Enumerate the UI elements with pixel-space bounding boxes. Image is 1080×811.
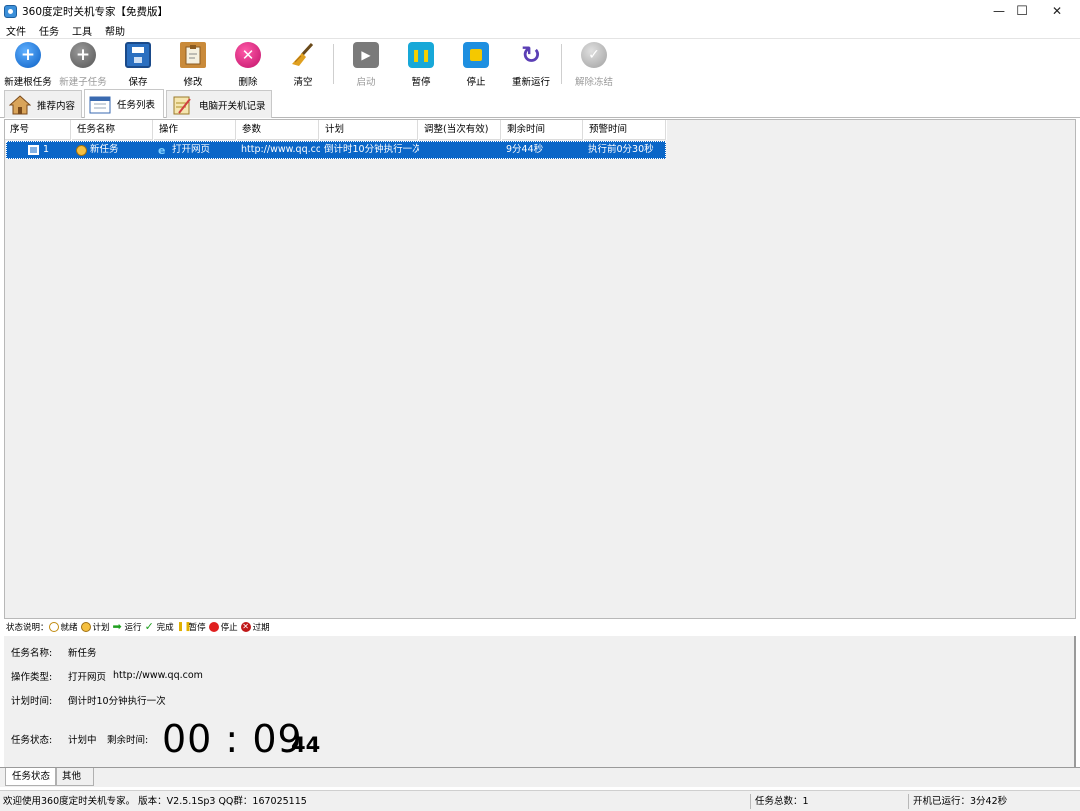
- cell-warning: 执行前0分30秒: [588, 144, 654, 155]
- running-arrow-icon: ➡: [112, 620, 122, 633]
- window-title: 360度定时关机专家【免费版】: [22, 5, 169, 18]
- delete-button[interactable]: ✕ 删除: [220, 42, 276, 88]
- refresh-icon: ↻: [520, 41, 542, 69]
- menu-file[interactable]: 文件: [6, 23, 26, 38]
- calendar-icon: [89, 94, 111, 114]
- status-separator: [908, 794, 909, 809]
- unfreeze-button[interactable]: ✓ 解除冻结: [566, 42, 622, 88]
- legend-title: 状态说明：: [6, 623, 49, 633]
- menu-help[interactable]: 帮助: [105, 23, 125, 38]
- task-status-label: 任务状态:: [11, 735, 53, 746]
- task-count: 任务总数：1: [755, 796, 809, 807]
- welcome-message: 欢迎使用360度定时关机专家。 版本：V2.5.1Sp3 QQ群：1670251…: [3, 796, 307, 807]
- plan-time-value: 倒计时10分钟执行一次: [68, 696, 166, 707]
- tab-recommended[interactable]: 推荐内容: [4, 90, 82, 118]
- play-icon: ▶: [353, 42, 379, 68]
- table-row[interactable]: 1 新任务 e 打开网页 http://www.qq.com 倒计时10分钟执行…: [6, 141, 666, 159]
- toolbar-separator: [333, 44, 334, 84]
- stopped-icon: [208, 622, 219, 632]
- grid-header: 序号 任务名称 操作 参数 计划 调整(当次有效) 剩余时间 预警时间: [5, 120, 667, 140]
- countdown-clock: 00 : 09: [162, 717, 303, 761]
- action-param-value: http://www.qq.com: [113, 670, 203, 681]
- save-button[interactable]: 保存: [110, 42, 166, 88]
- start-button[interactable]: ▶ 启动: [338, 42, 394, 88]
- main-tabs: 推荐内容 任务列表 电脑开关机记录: [0, 88, 1080, 118]
- remaining-time-label: 剩余时间:: [107, 735, 149, 746]
- cell-adjust: [420, 142, 502, 158]
- new-root-task-button[interactable]: + 新建根任务: [0, 42, 56, 88]
- toolbar-separator: [561, 44, 562, 84]
- bottom-tabs: 任务状态 其他: [0, 767, 1080, 787]
- clear-button[interactable]: 清空: [275, 42, 331, 88]
- countdown-seconds: 44: [291, 733, 321, 757]
- cell-name: 新任务: [90, 144, 119, 155]
- stop-button[interactable]: 停止: [448, 42, 504, 88]
- app-icon: [4, 4, 17, 18]
- cell-action: 打开网页: [172, 144, 211, 155]
- stop-icon: [463, 42, 489, 68]
- plus-icon: +: [70, 42, 96, 68]
- done-check-icon: ✓: [144, 620, 154, 633]
- ie-browser-icon: e: [158, 143, 166, 157]
- column-header[interactable]: 序号: [5, 120, 71, 140]
- menu-tools[interactable]: 工具: [72, 23, 92, 38]
- task-status-value: 计划中: [68, 735, 97, 746]
- column-header[interactable]: 剩余时间: [502, 120, 583, 140]
- column-header[interactable]: 参数: [237, 120, 319, 140]
- title-bar: 360度定时关机专家【免费版】 — ☐ ✕: [0, 0, 1080, 22]
- house-icon: [8, 94, 32, 115]
- cell-plan: 倒计时10分钟执行一次: [324, 144, 419, 155]
- tab-task-status[interactable]: 任务状态: [5, 768, 58, 786]
- task-grid[interactable]: 序号 任务名称 操作 参数 计划 调整(当次有效) 剩余时间 预警时间 1 新任…: [4, 119, 1076, 619]
- clock-icon: [76, 144, 87, 156]
- delete-x-icon: ✕: [235, 42, 261, 68]
- task-name-label: 任务名称:: [11, 648, 53, 659]
- tab-other[interactable]: 其他: [55, 768, 94, 786]
- new-sub-task-button[interactable]: + 新建子任务: [55, 42, 111, 88]
- ready-icon: [48, 622, 59, 632]
- tab-power-records[interactable]: 电脑开关机记录: [166, 90, 272, 118]
- notepad-pencil-icon: [171, 95, 193, 115]
- action-type-label: 操作类型:: [11, 672, 53, 683]
- paused-icon: ❚❚: [176, 622, 192, 632]
- tab-task-list[interactable]: 任务列表: [84, 89, 164, 118]
- edit-button[interactable]: 修改: [165, 42, 221, 88]
- plan-time-label: 计划时间:: [11, 696, 53, 707]
- menu-bar: 文件 任务 工具 帮助: [0, 22, 1080, 38]
- toolbar: + 新建根任务 + 新建子任务 保存 修改 ✕ 删除 清空 ▶ 启动 ❚❚ 暂停: [0, 38, 1080, 88]
- rerun-button[interactable]: ↻ 重新运行: [503, 42, 559, 88]
- cell-index: 1: [43, 144, 50, 155]
- clipboard-edit-icon: [180, 42, 206, 68]
- column-header[interactable]: 调整(当次有效): [419, 120, 501, 140]
- task-list-icon: [28, 145, 39, 155]
- cell-param: http://www.qq.com: [241, 144, 320, 155]
- scheduled-clock-icon: [80, 622, 91, 632]
- pause-icon: ❚❚: [408, 42, 434, 68]
- uptime: 开机已运行：3分42秒: [913, 796, 1008, 807]
- action-type-value: 打开网页: [68, 672, 107, 683]
- status-separator: [750, 794, 751, 809]
- task-details-panel: 任务名称: 新任务 操作类型: 打开网页 http://www.qq.com 计…: [4, 636, 1076, 767]
- floppy-disk-icon: [125, 42, 151, 68]
- plus-icon: +: [15, 42, 41, 68]
- check-icon: ✓: [581, 42, 607, 68]
- expired-icon: ✕: [240, 622, 251, 632]
- pause-button[interactable]: ❚❚ 暂停: [393, 42, 449, 88]
- column-header[interactable]: 任务名称: [72, 120, 153, 140]
- broom-icon: [290, 42, 316, 68]
- status-bar: 欢迎使用360度定时关机专家。 版本：V2.5.1Sp3 QQ群：1670251…: [0, 790, 1080, 811]
- cell-remaining: 9分44秒: [506, 144, 544, 155]
- column-header[interactable]: 操作: [154, 120, 236, 140]
- column-header[interactable]: 预警时间: [584, 120, 666, 140]
- close-button[interactable]: ✕: [1034, 0, 1080, 22]
- menu-task[interactable]: 任务: [39, 23, 59, 38]
- status-legend: 状态说明： 就绪 计划 ➡ 运行 ✓ 完成 ❚❚ 暂停 停止 ✕ 过期: [6, 620, 270, 633]
- column-header[interactable]: 计划: [320, 120, 418, 140]
- task-name-value: 新任务: [68, 648, 97, 659]
